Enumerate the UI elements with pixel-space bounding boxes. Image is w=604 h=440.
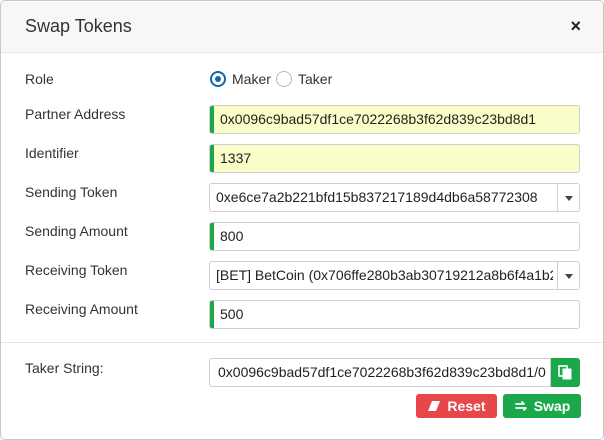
role-option-taker[interactable]: Taker — [276, 71, 332, 87]
receiving-token-dropdown[interactable] — [557, 262, 579, 289]
sending-token-dropdown[interactable] — [557, 184, 579, 211]
identifier-input[interactable]: 1337 — [209, 144, 580, 173]
sending-token-label: Sending Token — [25, 184, 118, 200]
taker-string-label: Taker String: — [25, 360, 104, 376]
swap-tokens-modal: Swap Tokens × Role Maker Taker Partner A… — [0, 0, 604, 440]
sending-amount-label: Sending Amount — [25, 223, 128, 239]
sending-token-value: 0xe6ce7a2b221bfd15b837217189d4db6a587723… — [216, 189, 538, 205]
receiving-token-value: [BET] BetCoin (0x706ffe280b3ab30719212a8… — [216, 267, 553, 283]
receiving-token-select[interactable]: [BET] BetCoin (0x706ffe280b3ab30719212a8… — [209, 261, 580, 290]
identifier-label: Identifier — [25, 145, 79, 161]
copy-button[interactable] — [551, 358, 580, 387]
modal-header: Swap Tokens × — [1, 1, 603, 53]
swap-button[interactable]: Swap — [503, 394, 581, 418]
maker-radio[interactable] — [210, 71, 226, 87]
receiving-amount-input[interactable]: 500 — [209, 300, 580, 329]
sending-amount-input[interactable]: 800 — [209, 222, 580, 251]
copy-icon — [558, 365, 572, 380]
swap-button-label: Swap — [533, 398, 571, 414]
taker-string-input[interactable]: 0x0096c9bad57df1ce7022268b3f62d839c23bd8… — [209, 358, 551, 387]
footer-divider — [1, 342, 603, 343]
close-icon[interactable]: × — [570, 15, 581, 37]
partner-address-input[interactable]: 0x0096c9bad57df1ce7022268b3f62d839c23bd8… — [209, 105, 580, 134]
sending-token-select[interactable]: 0xe6ce7a2b221bfd15b837217189d4db6a587723… — [209, 183, 580, 212]
chevron-down-icon — [565, 196, 573, 201]
swap-icon — [514, 401, 527, 411]
partner-address-label: Partner Address — [25, 106, 126, 122]
receiving-amount-label: Receiving Amount — [25, 301, 138, 317]
maker-radio-label: Maker — [232, 71, 271, 87]
role-label: Role — [25, 71, 54, 87]
modal-title: Swap Tokens — [25, 16, 132, 36]
role-option-maker[interactable]: Maker — [210, 71, 271, 87]
reset-button[interactable]: Reset — [416, 394, 497, 418]
receiving-token-label: Receiving Token — [25, 262, 128, 278]
eraser-icon — [428, 401, 441, 411]
chevron-down-icon — [565, 274, 573, 279]
reset-button-label: Reset — [447, 398, 486, 414]
taker-radio-label: Taker — [298, 71, 333, 87]
taker-radio[interactable] — [276, 71, 292, 87]
